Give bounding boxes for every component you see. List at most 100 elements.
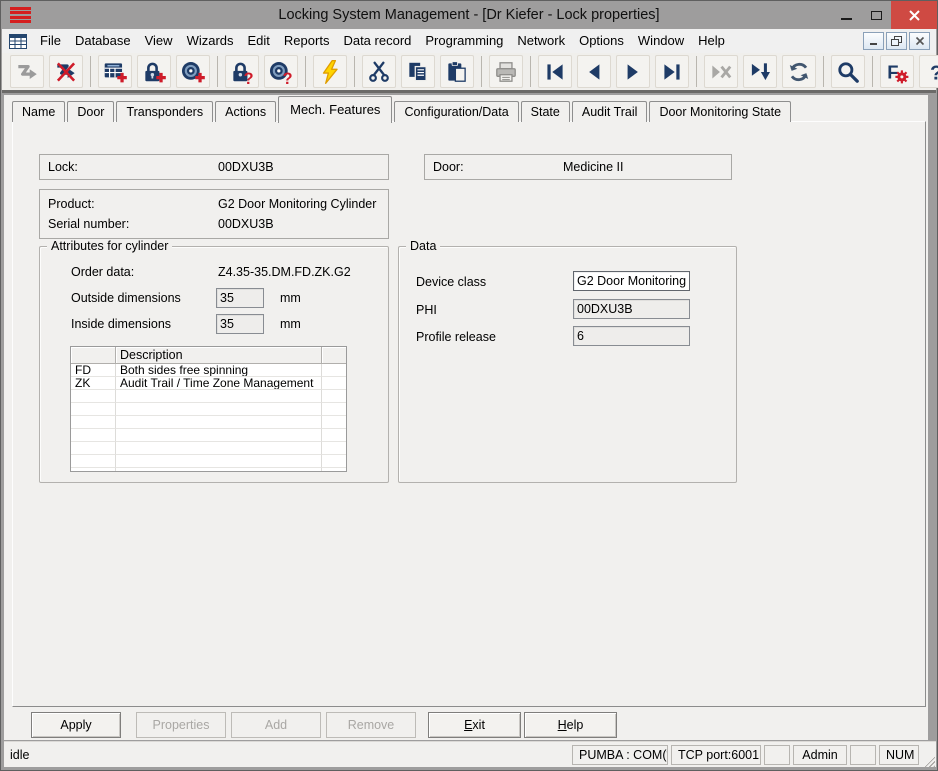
resize-grip[interactable]	[922, 754, 935, 767]
toolbar-log-on-button[interactable]	[10, 55, 44, 88]
toolbar-previous-record-button[interactable]	[577, 55, 611, 88]
close-button[interactable]	[891, 1, 937, 29]
window-title: Locking System Management - [Dr Kiefer -…	[278, 7, 660, 23]
menu-help[interactable]: Help	[691, 29, 732, 53]
tab-name[interactable]: Name	[12, 101, 66, 122]
paste-icon	[448, 60, 466, 82]
toolbar-next-record-button[interactable]	[616, 55, 650, 88]
toolbar-refresh-button[interactable]	[782, 55, 816, 88]
remove-button[interactable]: Remove	[326, 712, 416, 738]
tab-bar: Name Door Transponders Actions Mech. Fea…	[12, 95, 793, 123]
svg-text:?: ?	[283, 69, 293, 84]
tab-audit-trail[interactable]: Audit Trail	[571, 101, 648, 122]
mdi-close-icon	[915, 36, 924, 46]
device-class-label: Device class	[416, 275, 487, 289]
table-row[interactable]	[71, 403, 346, 416]
add-button[interactable]: Add	[231, 712, 321, 738]
properties-button[interactable]: Properties	[136, 712, 226, 738]
user-role-status: Admin	[793, 744, 847, 765]
toolbar-cut-button[interactable]	[362, 55, 396, 88]
menu-wizards[interactable]: Wizards	[180, 29, 241, 53]
table-row[interactable]	[71, 390, 346, 403]
serial-number-value: 00DXU3B	[218, 217, 274, 231]
exit-button[interactable]: Exit	[428, 712, 521, 738]
refresh-icon	[789, 62, 809, 81]
outside-dimensions-input[interactable]	[216, 288, 264, 308]
toolbar-separator	[696, 56, 697, 87]
toolbar-log-off-button[interactable]	[49, 55, 83, 88]
maximize-icon	[870, 10, 882, 20]
phi-input[interactable]	[573, 299, 690, 319]
table-row[interactable]	[71, 429, 346, 442]
toolbar-program-button[interactable]	[313, 55, 347, 88]
mdi-close-button[interactable]	[909, 32, 930, 50]
door-label: Door:	[433, 160, 464, 174]
mdi-minimize-button[interactable]	[863, 32, 884, 50]
new-lock-icon	[145, 62, 166, 82]
tab-door[interactable]: Door	[67, 101, 115, 122]
table-row[interactable]	[71, 416, 346, 429]
lock-properties-dialog: Name Door Transponders Actions Mech. Fea…	[4, 95, 928, 740]
toolbar-search-button[interactable]	[831, 55, 865, 88]
tab-door-monitoring-state[interactable]: Door Monitoring State	[649, 101, 792, 122]
menu-options[interactable]: Options	[572, 29, 631, 53]
apply-button[interactable]: Apply	[31, 712, 121, 738]
tab-mech-features[interactable]: Mech. Features	[278, 96, 393, 123]
table-row[interactable]: ZK Audit Trail / Time Zone Management	[71, 377, 346, 390]
search-icon	[838, 61, 859, 83]
table-row[interactable]: FD Both sides free spinning	[71, 364, 346, 377]
device-class-input[interactable]	[573, 271, 690, 291]
attributes-groupbox: Attributes for cylinder Order data: Z4.3…	[39, 239, 389, 483]
toolbar-cancel-edit-button[interactable]	[704, 55, 738, 88]
menu-network[interactable]: Network	[510, 29, 572, 53]
table-row[interactable]	[71, 442, 346, 455]
toolbar-paste-button[interactable]	[440, 55, 474, 88]
new-transponder-icon	[181, 61, 205, 82]
tab-transponders[interactable]: Transponders	[116, 101, 214, 122]
table-row[interactable]	[71, 468, 346, 471]
tab-actions[interactable]: Actions	[215, 101, 277, 122]
menu-edit[interactable]: Edit	[241, 29, 277, 53]
com-port-status: PUMBA : COM(*)	[572, 744, 668, 765]
minimize-button[interactable]	[831, 1, 861, 29]
toolbar-print-button[interactable]	[489, 55, 523, 88]
toolbar-new-lock-button[interactable]	[137, 55, 171, 88]
new-locking-system-icon	[104, 62, 127, 82]
menu-database[interactable]: Database	[68, 29, 138, 53]
toolbar-help-button[interactable]: ?	[919, 55, 938, 88]
toolbar-new-transponder-button[interactable]	[176, 55, 210, 88]
tab-state[interactable]: State	[520, 101, 570, 122]
toolbar-accept-record-button[interactable]	[743, 55, 777, 88]
toolbar-new-locking-system-button[interactable]	[98, 55, 132, 88]
table-row[interactable]	[71, 455, 346, 468]
status-spacer-2	[850, 744, 876, 765]
help-icon: ?	[930, 61, 938, 84]
app-logo-icon[interactable]	[10, 6, 31, 24]
toolbar-separator	[354, 56, 355, 87]
toolbar-first-record-button[interactable]	[538, 55, 572, 88]
inside-dimensions-input[interactable]	[216, 314, 264, 334]
profile-release-input[interactable]	[573, 326, 690, 346]
menu-window[interactable]: Window	[631, 29, 691, 53]
menu-programming[interactable]: Programming	[418, 29, 510, 53]
menu-view[interactable]: View	[138, 29, 180, 53]
document-icon[interactable]	[9, 33, 27, 49]
previous-record-icon	[589, 63, 600, 80]
data-group-title: Data	[406, 239, 441, 253]
toolbar-read-transponder-button[interactable]: ?	[264, 55, 298, 88]
last-record-icon	[664, 63, 680, 80]
maximize-button[interactable]	[861, 1, 891, 29]
lock-value: 00DXU3B	[218, 160, 274, 174]
tab-configuration-data[interactable]: Configuration/Data	[394, 101, 519, 122]
help-button[interactable]: Help	[524, 712, 617, 738]
toolbar-copy-button[interactable]	[401, 55, 435, 88]
mdi-restore-button[interactable]	[886, 32, 907, 50]
menu-reports[interactable]: Reports	[277, 29, 337, 53]
toolbar-last-record-button[interactable]	[655, 55, 689, 88]
toolbar-read-lock-button[interactable]: ?	[225, 55, 259, 88]
toolbar-filter-button[interactable]: F	[880, 55, 914, 88]
menu-data-record[interactable]: Data record	[336, 29, 418, 53]
extra-column-header	[322, 347, 346, 364]
lock-field-box: Lock: 00DXU3B	[39, 154, 389, 180]
menu-file[interactable]: File	[33, 29, 68, 53]
